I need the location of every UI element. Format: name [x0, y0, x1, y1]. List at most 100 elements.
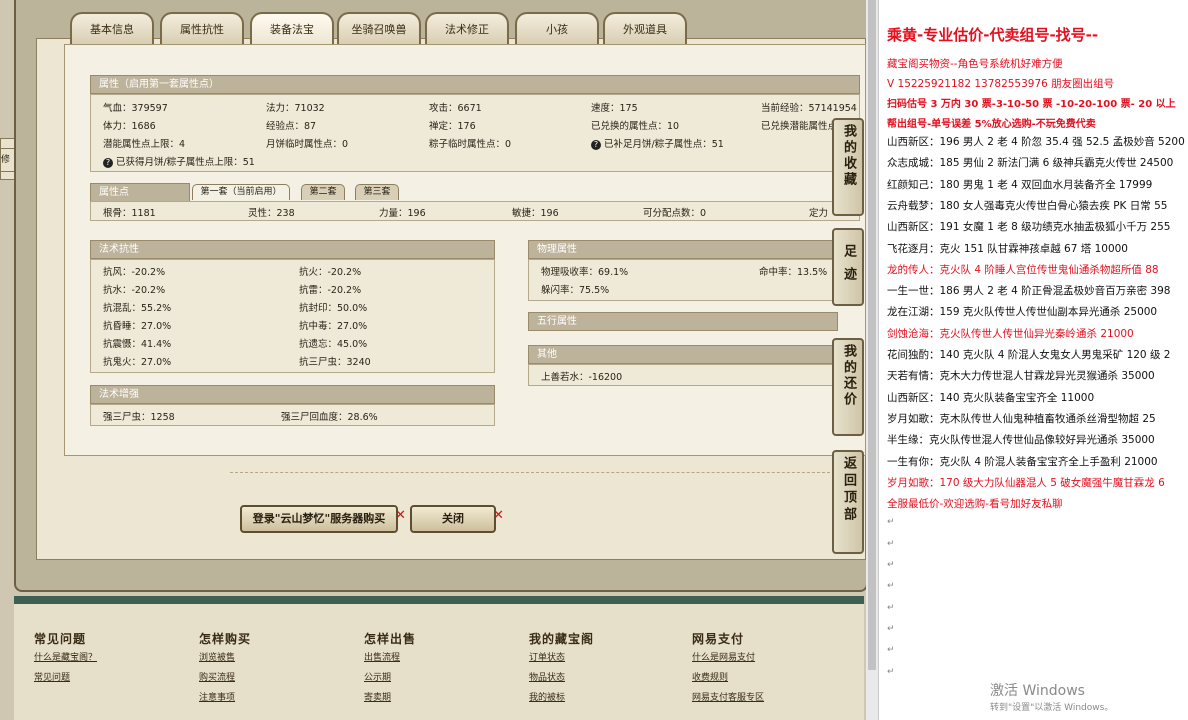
footer-link[interactable]: 物品状态 [529, 668, 594, 688]
my-favorites-button[interactable]: 我的收藏 [832, 118, 864, 216]
attr-cell: 体力：1686 [103, 121, 156, 132]
attr-cell: 气血：379597 [103, 103, 168, 114]
resist-cell: 抗火：-20.2% [299, 267, 362, 278]
footer-link[interactable]: 我的被标 [529, 688, 594, 708]
footer-col-faq: 常见问题 什么是藏宝阁？ 常见问题 [34, 630, 97, 688]
resist-cell: 抗遗忘：45.0% [299, 339, 368, 350]
offers-label: 我的还价 [841, 344, 856, 408]
attr-note: ? 已获得月饼/粽子属性点上限：51 [103, 154, 255, 168]
tab-equipment[interactable]: 装备法宝 [250, 12, 334, 44]
physical-cell: 躲闪率：75.5% [541, 285, 610, 296]
activate-windows-title: 激活 Windows [990, 683, 1085, 699]
document-line: 剑蚀沧海：克火队传世人传世仙异光秦岭通杀 21000 [887, 327, 1134, 340]
enhance-cell: 强三尸虫：1258 [103, 412, 175, 423]
footer-head: 网易支付 [692, 632, 745, 646]
document-line: 半生缘：克火队传世混人传世仙品像较好异光通杀 35000 [887, 434, 1155, 447]
footer-link[interactable]: 收费规则 [692, 668, 764, 688]
document-line: 龙在江湖：159 克火队传世人传世仙副本异光通杀 25000 [887, 306, 1158, 319]
close-button[interactable]: 关闭 [410, 505, 496, 533]
document-line: 红颜知己：180 男鬼 1 老 4 双回血水月装备齐全 17999 [887, 178, 1153, 191]
footer-link[interactable]: 出售流程 [364, 648, 416, 668]
footer-col-pay: 网易支付 什么是网易支付 收费规则 网易支付客服专区 [692, 630, 764, 708]
document-line: 藏宝阁买物资--角色号系统机好难方便 [887, 58, 1063, 70]
resist-cell: 抗震慑：41.4% [103, 339, 172, 350]
close-x-icon: ✕ [493, 508, 504, 523]
footer-link[interactable]: 什么是藏宝阁？ [34, 648, 97, 668]
document-line: 一生一世：186 男人 2 老 4 阶正骨混孟极妙音百万亲密 398 [887, 285, 1171, 298]
attr-cell: 潜能属性点上限：4 [103, 139, 186, 150]
tab-spell-correction[interactable]: 法术修正 [425, 12, 509, 44]
paragraph-mark-icon: ↵ [887, 581, 895, 592]
footer: 常见问题 什么是藏宝阁？ 常见问题 怎样购买 浏览被售 购买流程 注意事项 怎样… [14, 596, 864, 720]
tab-mounts-pets[interactable]: 坐骑召唤兽 [337, 12, 421, 44]
footer-link[interactable]: 寄卖期 [364, 688, 416, 708]
document-line: 帮出组号-单号误差 5%放心选购-不玩免费代卖 [887, 118, 1096, 130]
document-line: 扫码估号 3 万内 30 票-3-10-50 票 -10-20-100 票- 2… [887, 99, 1176, 110]
other-panel-title: 其他 [528, 345, 838, 364]
points-cell: 根骨：1181 [103, 208, 156, 219]
attr-cell: ? 已补足月饼/粽子属性点：51 [591, 136, 724, 150]
footer-head: 怎样出售 [364, 632, 417, 646]
subtab-set-2[interactable]: 第二套 [301, 184, 345, 200]
document-line: V 15225921182 13782553976 朋友圈出组号 [887, 77, 1115, 90]
points-panel-title: 属性点 [90, 183, 190, 202]
paragraph-mark-icon: ↵ [887, 666, 895, 677]
tab-basic-info[interactable]: 基本信息 [70, 12, 154, 44]
footer-head: 常见问题 [34, 632, 87, 646]
document-line: 岁月如歌：克木队传世人仙鬼种植畜牧通杀丝滑型物超 25 [887, 412, 1156, 425]
close-x-icon: ✕ [395, 508, 406, 523]
resist-cell: 抗昏睡：27.0% [103, 321, 172, 332]
resist-cell: 抗鬼火：27.0% [103, 357, 172, 368]
attr-cell: 攻击：6671 [429, 103, 482, 114]
footer-link[interactable]: 订单状态 [529, 648, 594, 668]
favorites-label: 我的收藏 [841, 124, 856, 188]
attr-cell: 当前经验：57141954 [761, 103, 857, 114]
document-line: 众志成城：185 男仙 2 新法门满 6 级神兵霸克火传世 24500 [887, 157, 1174, 170]
my-offers-button[interactable]: 我的还价 [832, 338, 864, 436]
footer-link[interactable]: 公示期 [364, 668, 416, 688]
tab-appearance[interactable]: 外观道具 [603, 12, 687, 44]
points-cell: 定力 [809, 208, 829, 219]
document-line: 花间独酌：140 克火队 4 阶混人女鬼女人男鬼采矿 120 级 2 [887, 349, 1171, 361]
login-buy-button[interactable]: 登录"云山梦忆"服务器购买 [240, 505, 398, 533]
document-line: 全服最低价-欢迎选购-看号加好友私聊 [887, 498, 1063, 511]
footer-head: 怎样购买 [199, 632, 252, 646]
enhance-panel-title: 法术增强 [90, 385, 495, 404]
subtab-set-1[interactable]: 第一套（当前启用） [192, 184, 290, 200]
back-to-top-button[interactable]: 返回顶部 [832, 450, 864, 554]
physical-panel-title: 物理属性 [528, 240, 838, 259]
footer-link[interactable]: 浏览被售 [199, 648, 251, 668]
footer-link[interactable]: 网易支付客服专区 [692, 688, 764, 708]
footer-link[interactable]: 购买流程 [199, 668, 251, 688]
document-line: 山西新区：191 女魔 1 老 8 级功绩克水抽盂极狐小千万 255 [887, 221, 1171, 234]
points-panel-body: 根骨：1181 灵性：238 力量：196 敏捷：196 可分配点数：0 定力 [90, 201, 860, 221]
resist-cell: 抗封印：50.0% [299, 303, 368, 314]
physical-cell: 命中率：13.5% [759, 267, 828, 278]
resist-panel-title: 法术抗性 [90, 240, 495, 259]
other-cell: 上善若水：-16200 [541, 372, 623, 383]
tab-child[interactable]: 小孩 [515, 12, 599, 44]
tab-attr-resist[interactable]: 属性抗性 [160, 12, 244, 44]
footer-col-sell: 怎样出售 出售流程 公示期 寄卖期 [364, 630, 416, 708]
subtab-set-3[interactable]: 第三套 [355, 184, 399, 200]
question-icon: ? [103, 157, 113, 168]
scrollbar-thumb[interactable] [868, 0, 876, 670]
resist-cell: 抗雷：-20.2% [299, 285, 362, 296]
paragraph-mark-icon: ↵ [887, 623, 895, 634]
footprint-button[interactable]: 足迹 [832, 228, 864, 306]
points-cell: 敏捷：196 [512, 208, 559, 219]
document-line: 山西新区：140 克火队装备宝宝齐全 11000 [887, 391, 1095, 404]
page-scrollbar[interactable] [866, 0, 878, 720]
paragraph-mark-icon: ↵ [887, 538, 895, 549]
points-cell: 灵性：238 [248, 208, 295, 219]
resist-cell: 抗风：-20.2% [103, 267, 166, 278]
footer-col-buy: 怎样购买 浏览被售 购买流程 注意事项 [199, 630, 251, 708]
attr-panel-title: 属性（启用第一套属性点） [90, 75, 860, 94]
attr-cell: 禅定：176 [429, 121, 476, 132]
footer-link[interactable]: 注意事项 [199, 688, 251, 708]
footer-link[interactable]: 常见问题 [34, 668, 97, 688]
resist-cell: 抗水：-20.2% [103, 285, 166, 296]
question-icon: ? [591, 139, 601, 150]
attr-cell-text: 已补足月饼/粽子属性点：51 [604, 139, 724, 150]
footer-link[interactable]: 什么是网易支付 [692, 648, 764, 668]
